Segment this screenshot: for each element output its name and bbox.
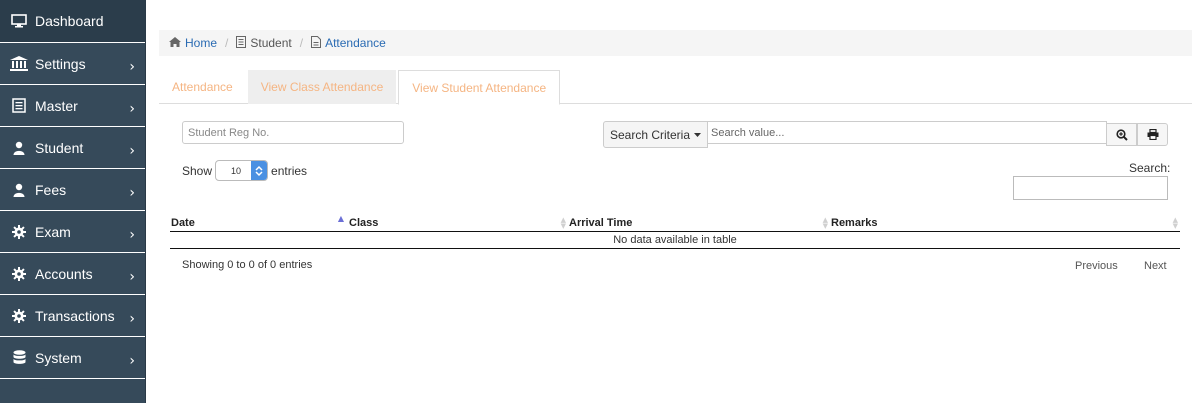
gear-icon — [10, 266, 28, 282]
column-header-date[interactable]: Date ▲ — [170, 214, 348, 232]
bank-icon — [10, 56, 28, 72]
sidebar-item-label: Exam — [35, 223, 71, 240]
sidebar-item-label: Transactions — [35, 307, 115, 324]
gear-icon — [10, 308, 28, 324]
sidebar: Dashboard Settings › Master › Student › … — [0, 0, 146, 403]
sort-icon: ▲ ▼ — [1172, 216, 1178, 230]
column-header-label: Date — [171, 216, 195, 229]
chevron-right-icon: › — [129, 100, 135, 117]
tab-view-student-attendance[interactable]: View Student Attendance — [398, 70, 561, 105]
sidebar-item-settings[interactable]: Settings › — [0, 43, 145, 85]
sidebar-item-label: Master — [35, 97, 78, 114]
chevron-right-icon: › — [129, 352, 135, 369]
sidebar-item-fees[interactable]: Fees › — [0, 169, 145, 211]
student-reg-no-input[interactable] — [182, 121, 404, 144]
sort-icon: ▲ ▼ — [822, 216, 828, 230]
main-content: Home / Student / Attendance Attendance V… — [146, 0, 1204, 403]
column-header-label: Arrival Time — [569, 216, 633, 229]
chevron-right-icon: › — [129, 142, 135, 159]
sidebar-item-student[interactable]: Student › — [0, 127, 145, 169]
print-button[interactable] — [1137, 123, 1168, 146]
breadcrumb: Home / Student / Attendance — [159, 30, 1192, 56]
breadcrumb-separator: / — [225, 36, 229, 50]
chevron-right-icon: › — [129, 310, 135, 327]
search-value-input[interactable] — [707, 121, 1107, 144]
column-header-class[interactable]: Class ▲ ▼ — [348, 215, 568, 232]
sidebar-item-label: Fees — [35, 181, 67, 198]
breadcrumb-student-label: Student — [250, 36, 292, 50]
sidebar-item-dashboard[interactable]: Dashboard — [0, 0, 145, 43]
breadcrumb-home-link[interactable]: Home — [185, 36, 217, 50]
empty-table-message: No data available in table — [170, 231, 1180, 249]
sort-asc-icon: ▲ — [337, 214, 344, 223]
chevron-right-icon: › — [129, 184, 135, 201]
sidebar-item-label: Settings — [35, 55, 86, 72]
sidebar-item-label: Accounts — [35, 265, 93, 282]
breadcrumb-home[interactable]: Home — [169, 36, 217, 50]
caret-down-icon — [694, 132, 702, 137]
chevron-right-icon: › — [129, 58, 135, 75]
breadcrumb-attendance-link[interactable]: Attendance — [325, 36, 386, 50]
column-header-arrival-time[interactable]: Arrival Time ▲ ▼ — [568, 215, 830, 232]
sidebar-item-system[interactable]: System › — [0, 337, 145, 379]
column-header-remarks[interactable]: Remarks ▲ ▼ — [830, 215, 1180, 232]
entries-select-value: 10 — [231, 165, 242, 176]
list-icon — [236, 35, 247, 51]
sidebar-item-label: Dashboard — [35, 13, 104, 29]
entries-select[interactable]: 10 — [215, 160, 269, 181]
home-icon — [169, 36, 181, 50]
breadcrumb-student: Student — [236, 35, 292, 51]
gear-icon — [10, 224, 28, 240]
table-search-input[interactable] — [1013, 176, 1168, 200]
file-icon — [311, 35, 322, 51]
zoom-in-icon — [1115, 128, 1128, 141]
user-icon — [10, 140, 28, 156]
table-info: Showing 0 to 0 of 0 entries — [182, 259, 313, 271]
monitor-icon — [10, 13, 28, 29]
sidebar-item-exam[interactable]: Exam › — [0, 211, 145, 253]
sidebar-item-label: Student — [35, 139, 84, 156]
tab-view-class-attendance[interactable]: View Class Attendance — [247, 70, 397, 104]
database-icon — [10, 350, 28, 366]
updown-chevron-icon — [251, 161, 268, 180]
print-icon — [1147, 129, 1159, 140]
search-button[interactable] — [1106, 123, 1137, 146]
sidebar-item-master[interactable]: Master › — [0, 85, 145, 127]
user-icon — [10, 182, 28, 198]
entries-label: entries — [271, 163, 308, 178]
table-row: No data available in table — [170, 231, 1180, 249]
table-search-label: Search: — [1129, 161, 1171, 175]
show-label: Show — [182, 163, 213, 178]
pagination-next[interactable]: Next — [1144, 260, 1167, 272]
list-icon — [10, 98, 28, 114]
breadcrumb-separator: / — [299, 36, 304, 50]
breadcrumb-attendance[interactable]: Attendance — [311, 35, 386, 51]
search-criteria-dropdown[interactable]: Search Criteria — [603, 121, 708, 148]
sidebar-item-transactions[interactable]: Transactions › — [0, 295, 145, 337]
table-header-row: Date ▲ Class ▲ ▼ Arrival Time ▲ ▼ Remarks … — [170, 214, 1180, 232]
chevron-right-icon: › — [129, 226, 135, 243]
attendance-table: Date ▲ Class ▲ ▼ Arrival Time ▲ ▼ Remarks … — [170, 214, 1180, 249]
sidebar-item-accounts[interactable]: Accounts › — [0, 253, 145, 295]
tab-attendance[interactable]: Attendance — [159, 70, 246, 104]
tab-bar: Attendance View Class Attendance View St… — [159, 70, 1192, 105]
pagination-previous[interactable]: Previous — [1075, 260, 1118, 272]
table-length-control: Show 10 entries — [182, 160, 307, 181]
column-header-label: Class — [349, 216, 379, 229]
column-header-label: Remarks — [831, 216, 878, 229]
sort-icon: ▲ ▼ — [560, 216, 566, 230]
search-criteria-label: Search Criteria — [609, 127, 691, 142]
sidebar-item-label: System — [35, 349, 82, 366]
chevron-right-icon: › — [129, 268, 135, 285]
